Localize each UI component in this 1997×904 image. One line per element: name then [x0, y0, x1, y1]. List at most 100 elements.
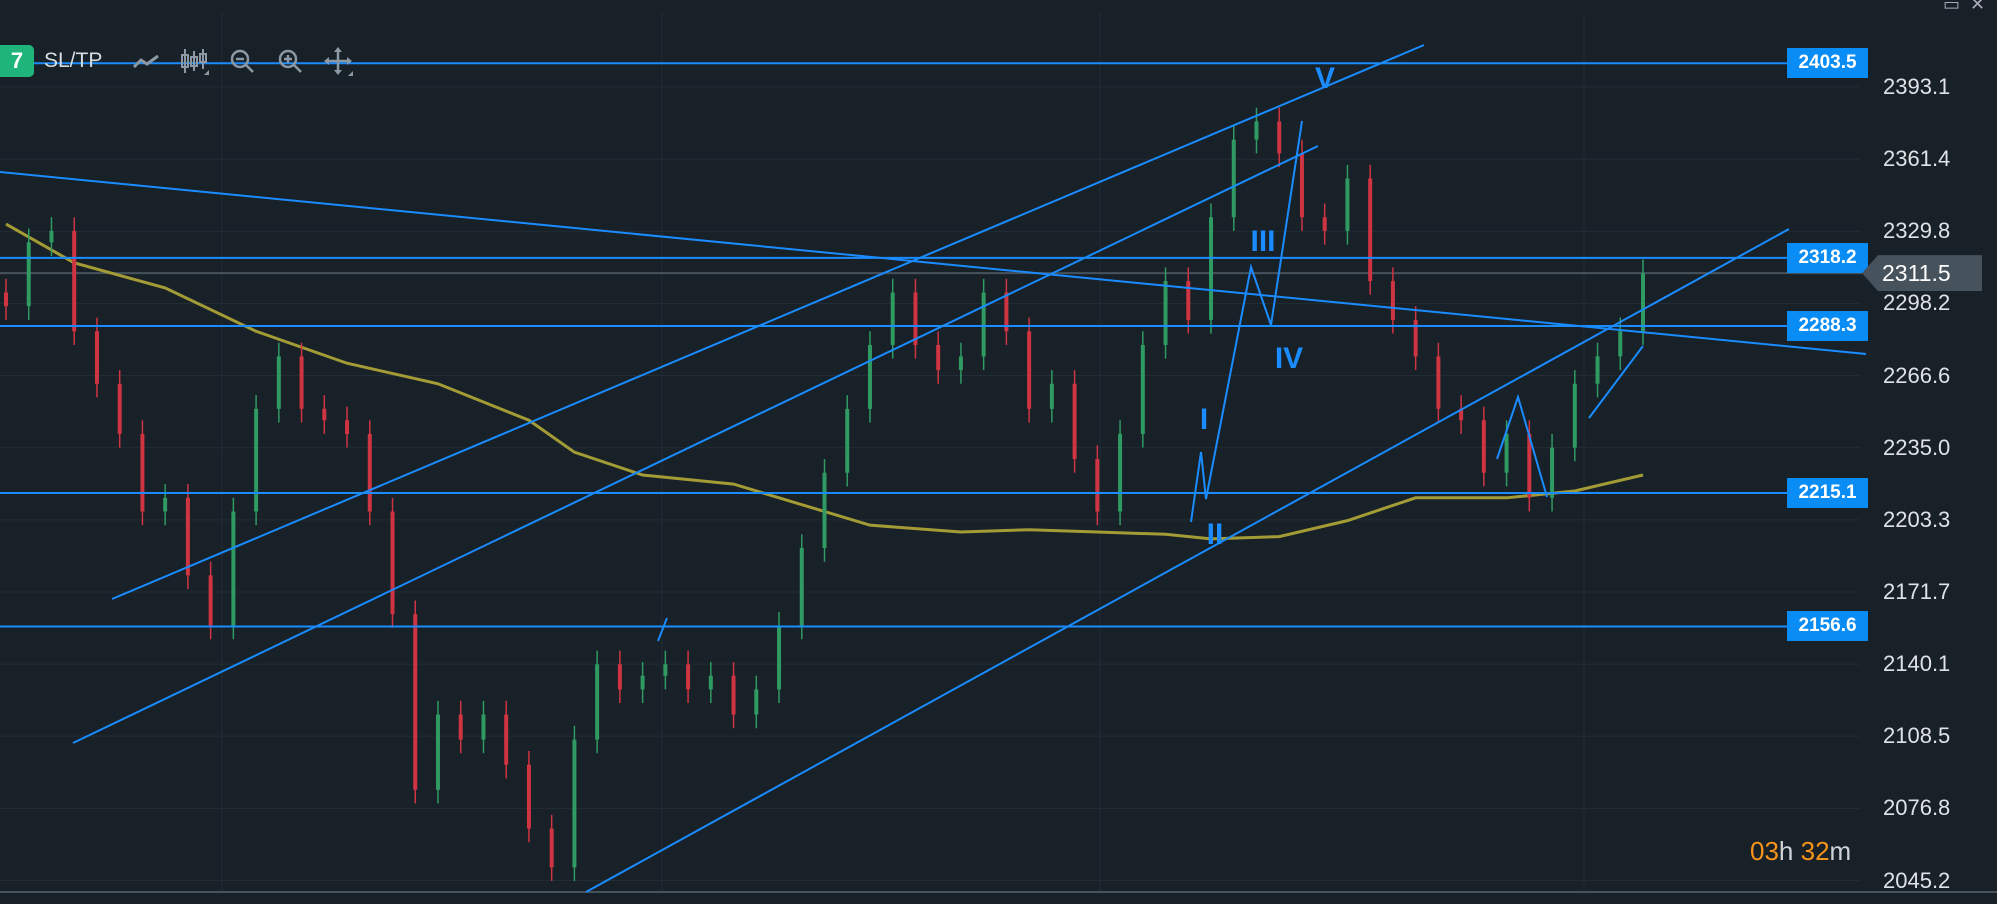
candle-body	[413, 614, 418, 790]
wave-label-IV: IV	[1274, 342, 1304, 375]
candle-body	[958, 356, 963, 371]
candle-body	[686, 664, 691, 690]
timer-h-unit: h	[1778, 836, 1794, 866]
candle-body	[981, 292, 986, 357]
price-tick-label: 2298.2	[1883, 290, 1951, 316]
candle-body	[1345, 178, 1350, 231]
candle-body	[1368, 178, 1373, 282]
price-tick-label: 2203.3	[1883, 506, 1951, 532]
candle-body	[1140, 344, 1145, 434]
candle-body	[1641, 273, 1645, 332]
sltp-button[interactable]: SL/TP	[44, 49, 102, 73]
price-tick-label: 2140.1	[1883, 651, 1951, 677]
price-tick-label: 2361.4	[1883, 146, 1951, 172]
candle-body	[367, 433, 372, 512]
candle-body	[1095, 459, 1100, 512]
price-tick-label: 2393.1	[1883, 74, 1951, 99]
candle-body	[708, 675, 713, 690]
candle-body	[1572, 383, 1577, 448]
price-tick-label: 2171.7	[1883, 579, 1951, 604]
candle-body	[140, 433, 145, 512]
level-price-tag[interactable]: 2403.5	[1787, 48, 1868, 79]
candle-body	[640, 675, 645, 690]
candle-body	[1618, 331, 1623, 357]
trendline	[111, 44, 1425, 600]
minimize-button[interactable]: ▭	[1943, 0, 1960, 15]
candle-body	[913, 292, 918, 345]
candle-body	[254, 408, 259, 512]
candle-body	[1595, 356, 1600, 384]
candle-body	[799, 547, 804, 626]
candlestick-icon[interactable]	[174, 45, 214, 77]
price-tick-label: 2108.5	[1883, 723, 1951, 749]
pattern-path	[1496, 393, 1548, 498]
candle-body	[1550, 447, 1555, 498]
candle-body	[299, 356, 304, 409]
candle-countdown: 03h 32m	[1750, 836, 1851, 867]
level-price-tag[interactable]: 2318.2	[1787, 242, 1868, 273]
candle-body	[617, 664, 622, 690]
price-tick-label: 2045.2	[1883, 867, 1951, 893]
candle-body	[504, 714, 509, 765]
timer-minutes: 32	[1800, 836, 1830, 866]
wave-label-II: II	[1206, 518, 1224, 551]
candle-body	[390, 511, 395, 615]
candle-body	[231, 511, 236, 626]
candle-body	[663, 664, 668, 676]
candle-body	[49, 230, 54, 243]
trendline	[72, 145, 1319, 744]
candle-body	[890, 292, 895, 345]
level-price-tag[interactable]: 2215.1	[1787, 478, 1868, 509]
candle-body	[572, 739, 577, 868]
candle-body	[822, 472, 827, 548]
candle-body	[777, 625, 782, 690]
move-icon[interactable]	[318, 45, 358, 77]
price-tick-label: 2329.8	[1883, 218, 1951, 244]
candle-body	[1231, 139, 1236, 218]
candle-body	[163, 497, 168, 512]
candle-body	[1049, 383, 1054, 409]
level-price-tag[interactable]: 2288.3	[1787, 311, 1868, 342]
candle-body	[208, 575, 213, 626]
candle-body	[526, 764, 531, 829]
close-button[interactable]: ✕	[1970, 0, 1985, 15]
timer-hours: 03	[1750, 836, 1779, 866]
candle-body	[117, 383, 122, 434]
timeframe-badge[interactable]: 7	[0, 45, 34, 77]
price-tick-label: 2076.8	[1883, 795, 1951, 821]
candle-body	[185, 497, 190, 576]
zoom-out-icon[interactable]	[222, 45, 262, 77]
line-chart-icon[interactable]	[126, 45, 166, 77]
trendline	[585, 228, 1790, 893]
candle-body	[1163, 281, 1168, 345]
candle-body	[754, 689, 759, 715]
price-chart[interactable]	[0, 0, 1997, 904]
candle-body	[867, 344, 872, 409]
candle-body	[1118, 433, 1123, 512]
candle-body	[435, 714, 440, 790]
candle-body	[1322, 217, 1327, 231]
candle-body	[595, 664, 600, 740]
candle-body	[1072, 383, 1077, 460]
candle-body	[481, 714, 486, 740]
level-price-tag[interactable]: 2156.6	[1787, 611, 1868, 642]
current-price-tag: 2311.5	[1862, 255, 1982, 292]
candle-body	[1027, 331, 1032, 409]
candle-body	[1481, 420, 1486, 473]
price-tick-label: 2235.0	[1883, 434, 1951, 460]
candle-body	[1254, 121, 1259, 140]
candle-body	[72, 230, 77, 332]
wave-label-I: I	[1199, 403, 1209, 436]
timer-m-unit: m	[1829, 836, 1852, 866]
wave-label-III: III	[1250, 225, 1276, 258]
candle-body	[345, 420, 350, 434]
candle-body	[1299, 153, 1304, 218]
price-tick-label: 2266.6	[1883, 362, 1951, 388]
chart-toolbar: 7 SL/TP	[0, 45, 366, 77]
candle-body	[1390, 281, 1395, 320]
candle-body	[936, 344, 941, 371]
zoom-in-icon[interactable]	[270, 45, 310, 77]
candle-body	[1209, 217, 1214, 320]
candle-body	[26, 242, 31, 307]
candle-body	[276, 356, 281, 409]
